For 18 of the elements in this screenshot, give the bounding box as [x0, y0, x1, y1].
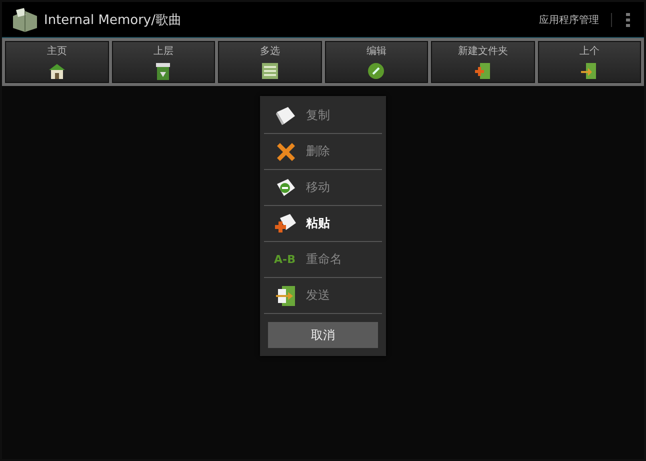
- toolbar-button[interactable]: 编辑: [324, 41, 428, 83]
- toolbar-button[interactable]: 上个: [538, 41, 641, 83]
- door-plus-icon: [472, 60, 493, 80]
- door-arrow-icon: [274, 284, 298, 308]
- rename-icon: A-B: [274, 253, 298, 266]
- app-manager-link[interactable]: 应用程序管理: [539, 12, 612, 26]
- list-icon: [260, 60, 280, 80]
- toolbar-button[interactable]: 主页: [5, 41, 108, 83]
- toolbar-button[interactable]: 上层: [112, 41, 215, 83]
- window-title: Internal Memory/歌曲: [44, 12, 182, 28]
- menu-item[interactable]: 粘贴: [264, 206, 382, 242]
- pen-circle-icon: [366, 60, 386, 80]
- overflow-menu-icon[interactable]: [626, 12, 630, 26]
- toolbar-button[interactable]: 新建文件夹: [431, 41, 534, 83]
- box-icon: [10, 6, 40, 32]
- paper-plus-icon: [274, 212, 298, 236]
- cancel-button[interactable]: 取消: [268, 322, 378, 348]
- toolbar-button[interactable]: 多选: [218, 41, 322, 83]
